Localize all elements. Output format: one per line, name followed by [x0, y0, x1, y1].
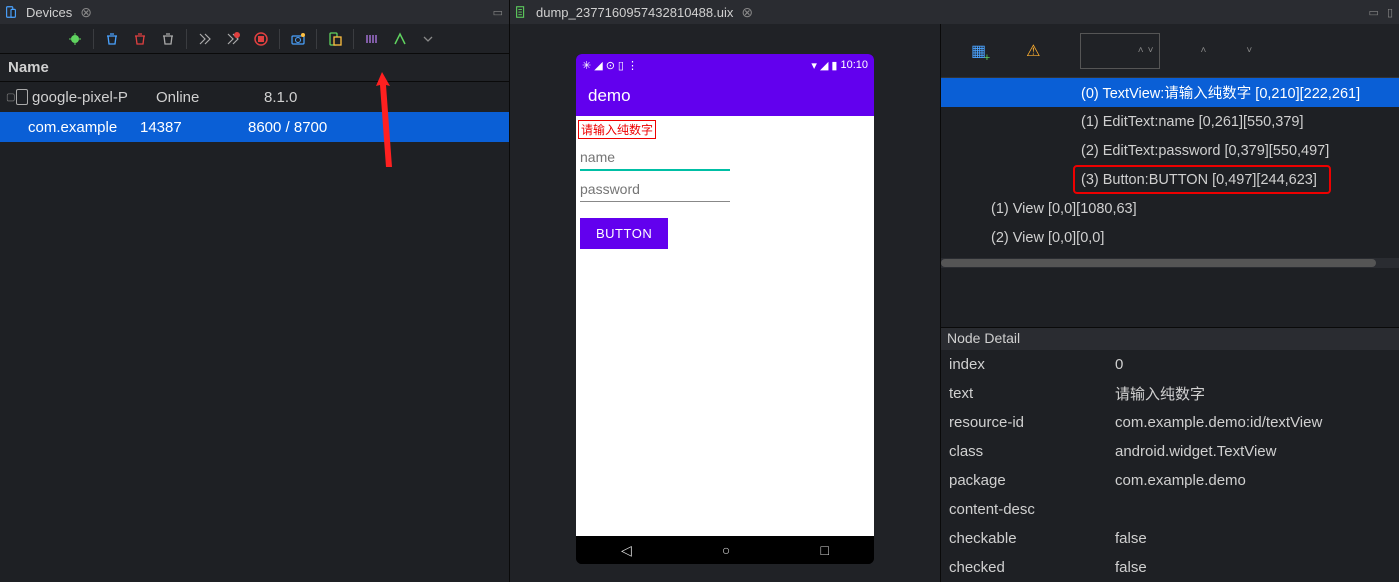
password-input[interactable] [580, 177, 730, 202]
process-row[interactable]: com.example 14387 8600 / 8700 [0, 112, 509, 142]
stop-icon[interactable] [248, 27, 274, 51]
node-detail-panel: Node Detail index0 text请输入纯数字 resource-i… [941, 327, 1399, 582]
dump-file-icon [514, 5, 528, 19]
detail-row: index0 [941, 350, 1399, 379]
devices-table: Name ▢ google-pixel-P Online 8.1.0 com.e… [0, 54, 509, 142]
dump-tab-header: dump_2377160957432810488.uix ⊗ ▭ ▯ [510, 0, 1399, 24]
detail-row: classandroid.widget.TextView [941, 437, 1399, 466]
search-combo[interactable]: ˄ ˅ [1080, 33, 1160, 69]
detail-row: checkablefalse [941, 524, 1399, 553]
devices-table-header: Name [0, 54, 509, 82]
device-row[interactable]: ▢ google-pixel-P Online 8.1.0 [0, 82, 509, 112]
phone-icon [16, 89, 28, 105]
warning-icon[interactable]: ⚠ [1026, 41, 1040, 61]
tree-node[interactable]: (0) TextView:请输入纯数字 [0,210][222,261] [941, 78, 1399, 107]
phone-statusbar: ✳ ◢ ⊙ ▯ ⋮ ▾ ◢ ▮ 10:10 [576, 54, 874, 76]
chevron-up-icon[interactable]: ˄ [1138, 45, 1144, 56]
nav-back-icon[interactable]: ◁ [621, 542, 632, 559]
signal-icon: ◢ [594, 59, 602, 72]
phone-screen[interactable]: ✳ ◢ ⊙ ▯ ⋮ ▾ ◢ ▮ 10:10 demo [576, 54, 874, 564]
submit-button[interactable]: BUTTON [580, 218, 668, 249]
expand-all-icon[interactable]: ▦+ [971, 41, 986, 61]
threads-stop-icon[interactable] [220, 27, 246, 51]
bug-start-icon[interactable] [62, 27, 88, 51]
cell-icon: ◢ [820, 59, 828, 72]
hierarchy-tree[interactable]: (0) TextView:请输入纯数字 [0,210][222,261] (1)… [941, 78, 1399, 327]
detail-row: packagecom.example.demo [941, 466, 1399, 495]
dev-icon: ⋮ [627, 59, 638, 72]
minimize-icon[interactable]: ▭ [491, 6, 505, 19]
devices-panel: Devices ⊗ ▭ Name ▢ google-pixel- [0, 0, 510, 582]
screenshot-area: ✳ ◢ ⊙ ▯ ⋮ ▾ ◢ ▮ 10:10 demo [510, 24, 940, 582]
clock-icon: ⊙ [606, 59, 615, 72]
detail-row: checkedfalse [941, 553, 1399, 582]
trash-blue-icon[interactable] [99, 27, 125, 51]
phone-appbar: demo [576, 76, 874, 116]
systrace-icon[interactable] [359, 27, 385, 51]
inspector-toolbar: ▦+ ⚠ ˄ ˅ ˄ ˅ [941, 24, 1399, 78]
selected-node-highlight: 请输入纯数字 [578, 120, 656, 139]
detail-row: text请输入纯数字 [941, 379, 1399, 408]
threads-icon[interactable] [192, 27, 218, 51]
tree-node[interactable]: (1) View [0,0][1080,63] [941, 194, 1399, 223]
tree-node[interactable]: (3) Button:BUTTON [0,497][244,623] [941, 165, 1399, 194]
nav-home-icon[interactable]: ○ [722, 542, 730, 558]
chevron-down-icon[interactable]: ˅ [1148, 45, 1154, 56]
next-icon[interactable]: ˅ [1246, 45, 1252, 56]
detail-row: content-desc [941, 495, 1399, 524]
minimize-icon[interactable]: ▭ [1367, 6, 1381, 19]
dump-panel: dump_2377160957432810488.uix ⊗ ▭ ▯ ✳ ◢ ⊙… [510, 0, 1399, 582]
hierarchy-green-icon[interactable] [387, 27, 413, 51]
dropdown-icon[interactable] [415, 27, 441, 51]
battery-icon: ▮ [831, 59, 837, 72]
maximize-icon[interactable]: ▯ [1385, 6, 1395, 19]
tree-node[interactable]: (2) EditText:password [0,379][550,497] [941, 136, 1399, 165]
tree-scrollbar[interactable] [941, 258, 1399, 268]
dump-close-icon[interactable]: ⊗ [737, 4, 757, 21]
devices-icon [4, 5, 18, 19]
camera-icon[interactable] [285, 27, 311, 51]
devices-toolbar [0, 24, 509, 54]
tree-node[interactable]: (2) View [0,0][0,0] [941, 223, 1399, 252]
node-detail-table: index0 text请输入纯数字 resource-idcom.example… [941, 350, 1399, 582]
wifi-icon: ▾ [811, 59, 817, 72]
expand-twisty-icon[interactable]: ▢ [6, 92, 16, 103]
prev-icon[interactable]: ˄ [1200, 45, 1206, 56]
name-input[interactable] [580, 145, 730, 171]
inspector-panel: ▦+ ⚠ ˄ ˅ ˄ ˅ (0) TextView:请输入纯数字 [0,210]… [940, 24, 1399, 582]
devices-close-icon[interactable]: ⊗ [76, 4, 96, 21]
sim-icon: ▯ [618, 59, 624, 72]
trash-red-icon[interactable] [127, 27, 153, 51]
ui-dump-icon[interactable] [322, 27, 348, 51]
tree-node[interactable]: (1) EditText:name [0,261][550,379] [941, 107, 1399, 136]
devices-title: Devices [26, 5, 72, 20]
devices-tab-header: Devices ⊗ ▭ [0, 0, 509, 24]
nav-recent-icon[interactable]: □ [820, 542, 828, 558]
dump-title: dump_2377160957432810488.uix [536, 5, 733, 20]
wechat-icon: ✳ [582, 59, 591, 72]
phone-navbar: ◁ ○ □ [576, 536, 874, 564]
detail-row: resource-idcom.example.demo:id/textView [941, 408, 1399, 437]
node-detail-title: Node Detail [941, 328, 1399, 350]
trash-gray-icon[interactable] [155, 27, 181, 51]
phone-content: 请输入纯数字 BUTTON [576, 116, 874, 536]
phone-time: 10:10 [840, 59, 868, 71]
